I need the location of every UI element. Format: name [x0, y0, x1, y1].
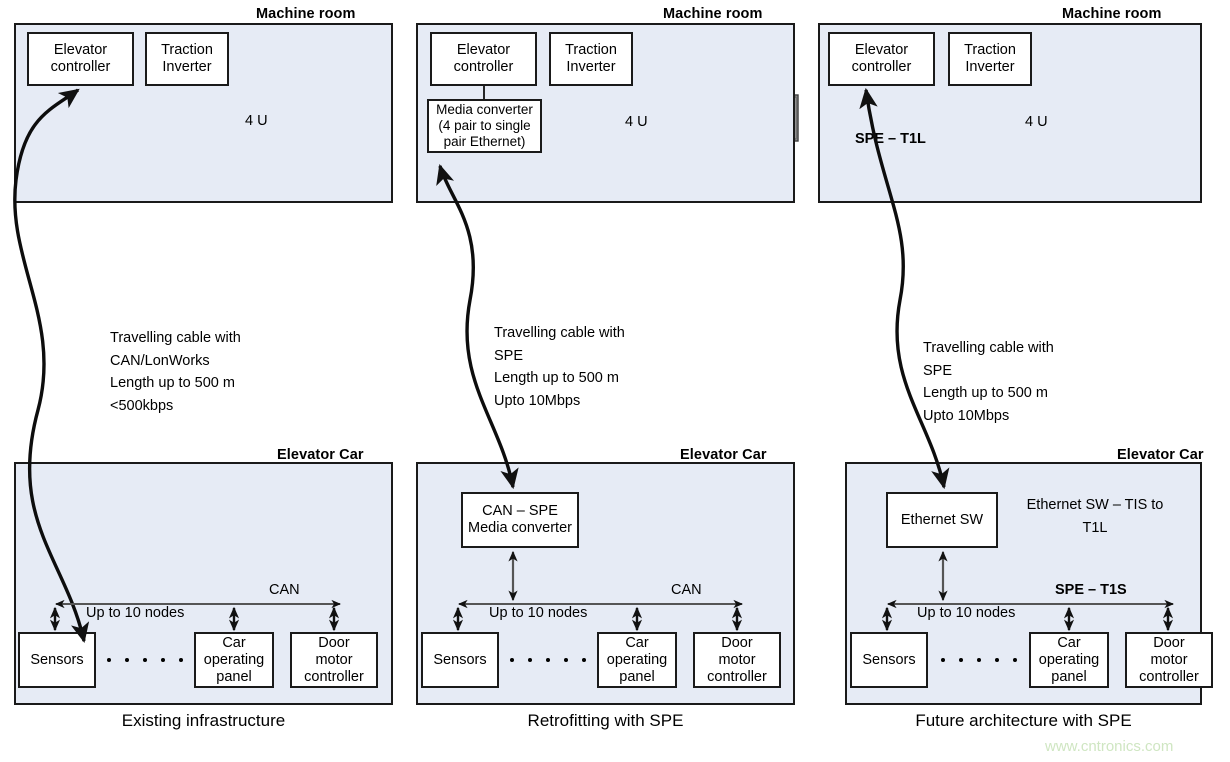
travelling-cable-label-col2: Travelling cable with SPE Length up to 5… [494, 325, 625, 409]
sensors-box-col1[interactable]: Sensors [18, 632, 96, 688]
caption-col3: Future architecture with SPE [915, 711, 1132, 730]
machine-room-title-col2: Machine room [663, 6, 763, 22]
bus-protocol-label-col1: CAN [269, 582, 300, 598]
door-motor-controller-box-col3[interactable]: Door motor controller [1125, 632, 1213, 688]
travelling-cable-label-col1: Travelling cable with CAN/LonWorks Lengt… [110, 330, 241, 414]
elevator-controller-box-col2[interactable]: Elevator controller [430, 32, 537, 86]
caption-col2: Retrofitting with SPE [527, 711, 684, 730]
traction-inverter-box-col3[interactable]: Traction Inverter [948, 32, 1032, 86]
elevator-controller-box-col3[interactable]: Elevator controller [828, 32, 935, 86]
ethernet-switch-box-col3[interactable]: Ethernet SW [886, 492, 998, 548]
car-operating-panel-box-col2[interactable]: Car operating panel [597, 632, 677, 688]
sensors-box-col2[interactable]: Sensors [421, 632, 499, 688]
door-motor-controller-box-col2[interactable]: Door motor controller [693, 632, 781, 688]
caption-col1: Existing infrastructure [121, 711, 286, 730]
bus-protocol-label-col3: SPE – T1S [1055, 582, 1127, 598]
door-motor-controller-box-col1[interactable]: Door motor controller [290, 632, 378, 688]
rack-units-label-col3: 4 U [1025, 114, 1048, 130]
car-operating-panel-box-col3[interactable]: Car operating panel [1029, 632, 1109, 688]
node-count-label-col3: Up to 10 nodes [917, 605, 1016, 621]
ellipsis-dots-col1 [107, 658, 183, 662]
machine-room-title-col1: Machine room [256, 6, 356, 22]
site-watermark: www.cntronics.com [1045, 738, 1174, 755]
elevator-car-title-col2: Elevator Car [680, 447, 767, 463]
diagram-canvas: Machine room Elevator controller Tractio… [0, 0, 1230, 762]
node-count-label-col2: Up to 10 nodes [489, 605, 588, 621]
traction-inverter-box-col2[interactable]: Traction Inverter [549, 32, 633, 86]
ethernet-sw-note-col3: Ethernet SW – TIS to T1L [1026, 497, 1164, 536]
elevator-controller-box-col1[interactable]: Elevator controller [27, 32, 134, 86]
rack-units-label-col1: 4 U [245, 113, 268, 129]
elevator-car-title-col1: Elevator Car [277, 447, 364, 463]
media-converter-box-col2[interactable]: Media converter (4 pair to single pair E… [427, 99, 542, 153]
bus-protocol-label-col2: CAN [671, 582, 702, 598]
spe-t1l-label-col3: SPE – T1L [855, 131, 926, 147]
sensors-box-col3[interactable]: Sensors [850, 632, 928, 688]
car-operating-panel-box-col1[interactable]: Car operating panel [194, 632, 274, 688]
machine-room-title-col3: Machine room [1062, 6, 1162, 22]
ellipsis-dots-col3 [941, 658, 1017, 662]
node-count-label-col1: Up to 10 nodes [86, 605, 185, 621]
travelling-cable-label-col3: Travelling cable with SPE Length up to 5… [923, 340, 1054, 424]
can-spe-media-converter-box-col2[interactable]: CAN – SPE Media converter [461, 492, 579, 548]
traction-inverter-box-col1[interactable]: Traction Inverter [145, 32, 229, 86]
rack-units-label-col2: 4 U [625, 114, 648, 130]
ellipsis-dots-col2 [510, 658, 586, 662]
elevator-car-title-col3: Elevator Car [1117, 447, 1204, 463]
